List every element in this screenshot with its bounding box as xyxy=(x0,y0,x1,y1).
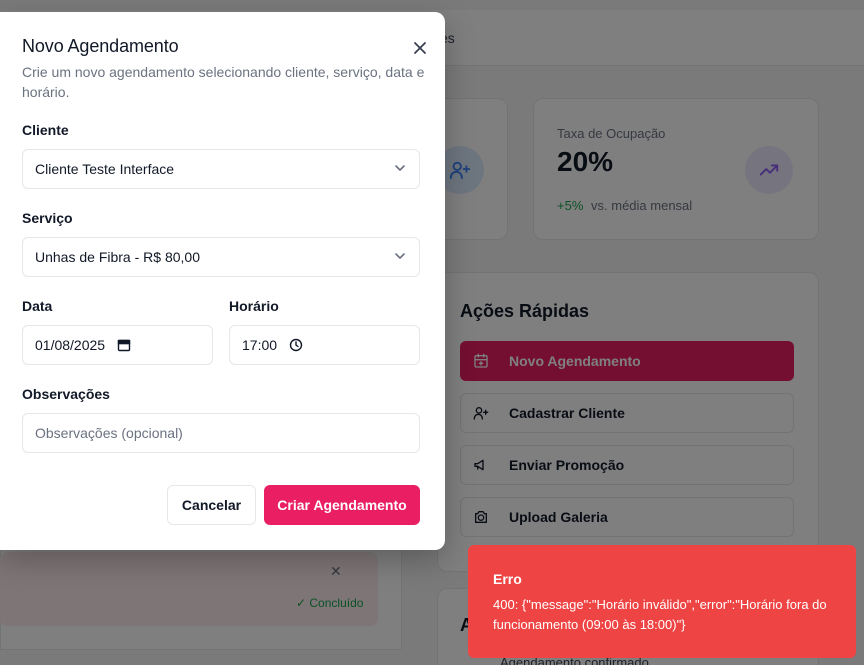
clock-icon[interactable] xyxy=(289,338,303,352)
cliente-selected-value: Cliente Teste Interface xyxy=(35,161,175,177)
servico-select[interactable]: Unhas de Fibra - R$ 80,00 xyxy=(22,237,420,277)
servico-label: Serviço xyxy=(22,210,73,226)
date-field[interactable]: 01/08/2025 xyxy=(22,325,213,365)
observacoes-label: Observações xyxy=(22,386,110,402)
chevron-down-icon xyxy=(393,161,407,178)
new-appointment-dialog: Novo Agendamento Crie um novo agendament… xyxy=(0,12,445,550)
dialog-description: Crie um novo agendamento selecionando cl… xyxy=(22,64,425,100)
cancel-button[interactable]: Cancelar xyxy=(167,485,256,525)
time-field[interactable]: 17:00 xyxy=(229,325,420,365)
chevron-down-icon xyxy=(393,249,407,266)
toast-title: Erro xyxy=(493,571,522,587)
error-toast[interactable]: Erro 400: {"message":"Horário inválido",… xyxy=(468,545,856,658)
dialog-title: Novo Agendamento xyxy=(22,36,179,56)
observacoes-field[interactable]: Observações (opcional) xyxy=(22,413,420,453)
close-icon[interactable] xyxy=(410,38,430,58)
date-value: 01/08/2025 xyxy=(35,337,106,353)
cliente-label: Cliente xyxy=(22,122,69,138)
cliente-select[interactable]: Cliente Teste Interface xyxy=(22,149,420,189)
time-value: 17:00 xyxy=(242,337,278,353)
horario-label: Horário xyxy=(229,298,279,314)
create-appointment-button[interactable]: Criar Agendamento xyxy=(264,485,420,525)
data-label: Data xyxy=(22,298,53,314)
servico-selected-value: Unhas de Fibra - R$ 80,00 xyxy=(35,249,200,265)
toast-message: 400: {"message":"Horário inválido","erro… xyxy=(493,597,827,632)
observacoes-placeholder: Observações (opcional) xyxy=(35,425,183,441)
calendar-icon[interactable] xyxy=(117,338,131,352)
